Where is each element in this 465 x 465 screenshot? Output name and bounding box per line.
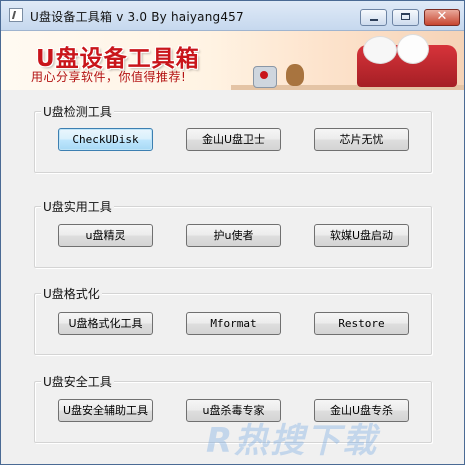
- title-bar[interactable]: U盘设备工具箱 v 3.0 By haiyang457 ✕: [1, 1, 464, 31]
- group-label-detect: U盘检测工具: [41, 103, 114, 120]
- jinshan-udisk-guard-button[interactable]: 金山U盘卫士: [186, 128, 281, 151]
- udisk-format-tool-button[interactable]: U盘格式化工具: [58, 312, 153, 335]
- app-window: U盘设备工具箱 v 3.0 By haiyang457 ✕ U盘设备工具箱 用心…: [0, 0, 465, 465]
- header-banner: U盘设备工具箱 用心分享软件，你值得推荐!: [1, 31, 464, 90]
- maximize-button[interactable]: [392, 9, 419, 26]
- close-button[interactable]: ✕: [424, 9, 460, 26]
- disk-illustration: [253, 66, 277, 88]
- minimize-button[interactable]: [360, 9, 387, 26]
- restore-button[interactable]: Restore: [314, 312, 409, 335]
- app-icon[interactable]: [9, 8, 23, 22]
- group-label-utility: U盘实用工具: [41, 198, 114, 215]
- chip-wuyou-button[interactable]: 芯片无忧: [314, 128, 409, 151]
- close-icon: ✕: [436, 9, 448, 24]
- udisk-wizard-button[interactable]: u盘精灵: [58, 224, 153, 247]
- group-label-security: U盘安全工具: [41, 373, 114, 390]
- cushion-illustration: [363, 36, 397, 64]
- checkudisk-button[interactable]: CheckUDisk: [58, 128, 153, 151]
- window-title: U盘设备工具箱 v 3.0 By haiyang457: [30, 10, 244, 24]
- udisk-security-assist-button[interactable]: U盘安全辅助工具: [58, 399, 153, 422]
- ruanmei-udisk-boot-button[interactable]: 软媒U盘启动: [314, 224, 409, 247]
- banner-subtitle: 用心分享软件，你值得推荐!: [31, 70, 187, 84]
- teddy-bear-illustration: [286, 64, 304, 86]
- mformat-button[interactable]: Mformat: [186, 312, 281, 335]
- udisk-protector-button[interactable]: 护u使者: [186, 224, 281, 247]
- cushion-illustration: [397, 34, 429, 64]
- site-watermark: R热搜下载: [206, 421, 379, 461]
- group-label-format: U盘格式化: [41, 285, 102, 302]
